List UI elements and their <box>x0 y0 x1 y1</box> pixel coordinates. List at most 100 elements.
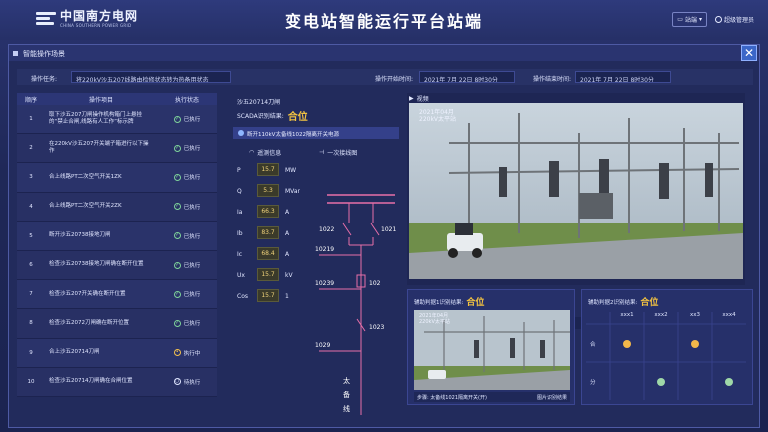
table-row[interactable]: 10 检查沙五20714刀闸确在合闸位置 ○ 待执行 <box>17 367 217 397</box>
diagram-icon: ⊣ <box>319 149 325 156</box>
telemetry-unit: A <box>285 209 290 216</box>
telemetry-value: 5.3 <box>257 184 279 197</box>
label-102: 102 <box>369 280 381 287</box>
step-status-text: 已执行 <box>183 117 201 124</box>
start-time-label: 操作开始时间: <box>375 76 414 83</box>
telemetry-name: Ia <box>237 209 243 216</box>
video-osd: 2021年04月 220kV太平站 <box>419 109 456 123</box>
start-time-field[interactable]: 2021年 7月 22日 8时30分 <box>419 71 515 83</box>
step-item: 合上线路PT二次空气开关1ZK <box>49 173 122 180</box>
table-row[interactable]: 7 检查沙五207开关确在断开位置 ✓ 已执行 <box>17 280 217 310</box>
disconnector-1022 <box>342 222 352 236</box>
telemetry-unit: kV <box>285 272 293 279</box>
step-item: 合上线路PT二次空气开关2ZK <box>49 202 122 209</box>
table-row[interactable]: 1 取下沙五207刀闸操作机构箱门上悬挂的“禁止合闸,线路有人工作”标示牌 ✓ 已执行 <box>17 105 217 135</box>
label-10219: 10219 <box>315 246 334 253</box>
label-10239: 10239 <box>315 280 334 287</box>
table-row[interactable]: 6 检查沙五20738接地刀闸确在断开位置 ✓ 已执行 <box>17 250 217 281</box>
col-header-status: 执行状态 <box>174 96 199 104</box>
table-row[interactable]: 3 合上线路PT二次空气开关1ZK ✓ 已执行 <box>17 163 217 193</box>
step-item: 检查沙五2072刀闸确在断开位置 <box>49 319 129 326</box>
step-item: 检查沙五20714刀闸确在合闸位置 <box>49 378 133 385</box>
telemetry-heading: ◠ 遥测信息 <box>249 148 281 157</box>
video-heading: ▶ 视频 <box>409 94 429 103</box>
step-status-text: 已执行 <box>183 233 201 240</box>
telemetry-name: Ib <box>237 230 243 237</box>
telemetry-unit: 1 <box>285 293 289 300</box>
running-icon: • <box>173 349 181 357</box>
telemetry-name: Ux <box>237 272 245 279</box>
aux2-col-2: xxx2 <box>654 312 668 318</box>
step-status: ✓ 已执行 <box>157 290 217 298</box>
task-label: 操作任务: <box>31 76 58 83</box>
panel-title: 智能操作场景 <box>23 50 65 58</box>
check-circle-icon: ✓ <box>173 173 181 181</box>
step-status-text: 已执行 <box>183 321 201 328</box>
aux1-image[interactable]: 2021年04月 220kV太平站 <box>414 310 570 390</box>
aux1-caption-result: 图片识别结果 <box>536 395 567 401</box>
col-header-order: 顺序 <box>24 96 37 104</box>
step-status-text: 已执行 <box>183 175 201 182</box>
step-status-text: 已执行 <box>183 292 201 299</box>
label-tai: 太 <box>343 376 350 385</box>
pending-icon: ○ <box>173 378 181 386</box>
telemetry-unit: MW <box>285 167 297 174</box>
step-status: ✓ 已执行 <box>157 319 217 327</box>
step-status: ✓ 已执行 <box>157 115 217 123</box>
user-menu[interactable]: 超级管理员 <box>714 15 754 24</box>
video-label: 视频 <box>416 96 429 103</box>
scenario-panel: 智能操作场景 ✕ 操作任务: 将220kV沙五207线路由检修状态转为热备用状态… <box>8 44 760 428</box>
telemetry-row: Q 5.3 MVar <box>237 184 317 198</box>
table-row[interactable]: 9 合上沙五20714刀闸 • 执行中 <box>17 338 217 368</box>
table-row[interactable]: 4 合上线路PT二次空气开关2ZK ✓ 已执行 <box>17 192 217 222</box>
step-status-text: 执行中 <box>183 350 201 357</box>
step-item: 取下沙五207刀闸操作机构箱门上悬挂的“禁止合闸,线路有人工作”标示牌 <box>49 111 142 126</box>
aux2-dot-open-4 <box>725 378 733 386</box>
panel-title-icon <box>13 51 18 56</box>
telemetry-name: Q <box>237 188 242 195</box>
telemetry-name: Cos <box>237 293 248 300</box>
task-field[interactable]: 将220kV沙五207线路由检修状态转为热备用状态 <box>71 71 231 83</box>
video-panel: ▶ 视频 2021年04月 220kV太平站 <box>407 93 745 329</box>
video-feed[interactable]: 2021年04月 220kV太平站 <box>409 103 743 279</box>
step-status: ✓ 已执行 <box>157 203 217 211</box>
telemetry-row: Ux 15.7 kV <box>237 268 317 282</box>
close-button[interactable]: ✕ <box>741 45 757 61</box>
step-item: 在220kV沙五207开关端子箱进行以下操作 <box>49 140 149 155</box>
station-selector[interactable]: ▭ 站端 ▾ <box>672 12 707 27</box>
aux1-heading: 辅助判据1识别结果: 合位 <box>414 295 484 308</box>
telemetry-value: 68.4 <box>257 247 279 260</box>
aux2-label: 辅助判据2识别结果: <box>588 299 638 306</box>
step-status-text: 待执行 <box>183 379 201 386</box>
scada-label: SCADA识别结果: <box>237 113 284 120</box>
telemetry-value: 83.7 <box>257 226 279 239</box>
check-circle-icon: ✓ <box>173 144 181 152</box>
table-row[interactable]: 5 断开沙五20738接地刀闸 ✓ 已执行 <box>17 221 217 251</box>
step-order: 10 <box>27 378 35 385</box>
table-row[interactable]: 8 检查沙五2072刀闸确在断开位置 ✓ 已执行 <box>17 309 217 339</box>
check-circle-icon: ✓ <box>173 115 181 123</box>
telemetry-label: 遥测信息 <box>257 150 282 157</box>
end-time-field[interactable]: 2021年 7月 22日 8时30分 <box>575 71 671 83</box>
label-1023: 1023 <box>369 324 384 331</box>
telemetry-row: Cos 15.7 1 <box>237 289 317 303</box>
aux2-dot-open-2 <box>657 378 665 386</box>
device-panel: 沙五20714刀闸 SCADA识别结果: 合位 断开110kV太备线1022隔离… <box>227 93 401 427</box>
table-row[interactable]: 2 在220kV沙五207开关端子箱进行以下操作 ✓ 已执行 <box>17 134 217 164</box>
aux1-caption: 步骤: 太备线1021隔离开关(开) 图片识别结果 <box>414 392 570 402</box>
telemetry-value: 15.7 <box>257 289 279 302</box>
aux2-row-open: 分 <box>590 380 596 386</box>
step-item: 检查沙五20738接地刀闸确在断开位置 <box>49 261 144 268</box>
step-status: ✓ 已执行 <box>157 144 217 152</box>
step-status: ✓ 已执行 <box>157 232 217 240</box>
step-order: 1 <box>29 116 33 123</box>
steps-table-header: 顺序 操作项目 执行状态 <box>17 93 217 105</box>
telemetry-name: P <box>237 167 241 174</box>
aux2-row-closed: 合 <box>590 342 596 348</box>
telemetry-value: 15.7 <box>257 268 279 281</box>
col-header-item: 操作项目 <box>88 96 113 104</box>
info-icon <box>238 130 244 136</box>
steps-table-body: 1 取下沙五207刀闸操作机构箱门上悬挂的“禁止合闸,线路有人工作”标示牌 ✓ 已执行… <box>17 105 217 397</box>
aux-criterion-1-card: 辅助判据1识别结果: 合位 2021年04月 220kV太平站 步骤: 太备线1… <box>407 289 575 405</box>
label-xian: 线 <box>343 404 350 413</box>
